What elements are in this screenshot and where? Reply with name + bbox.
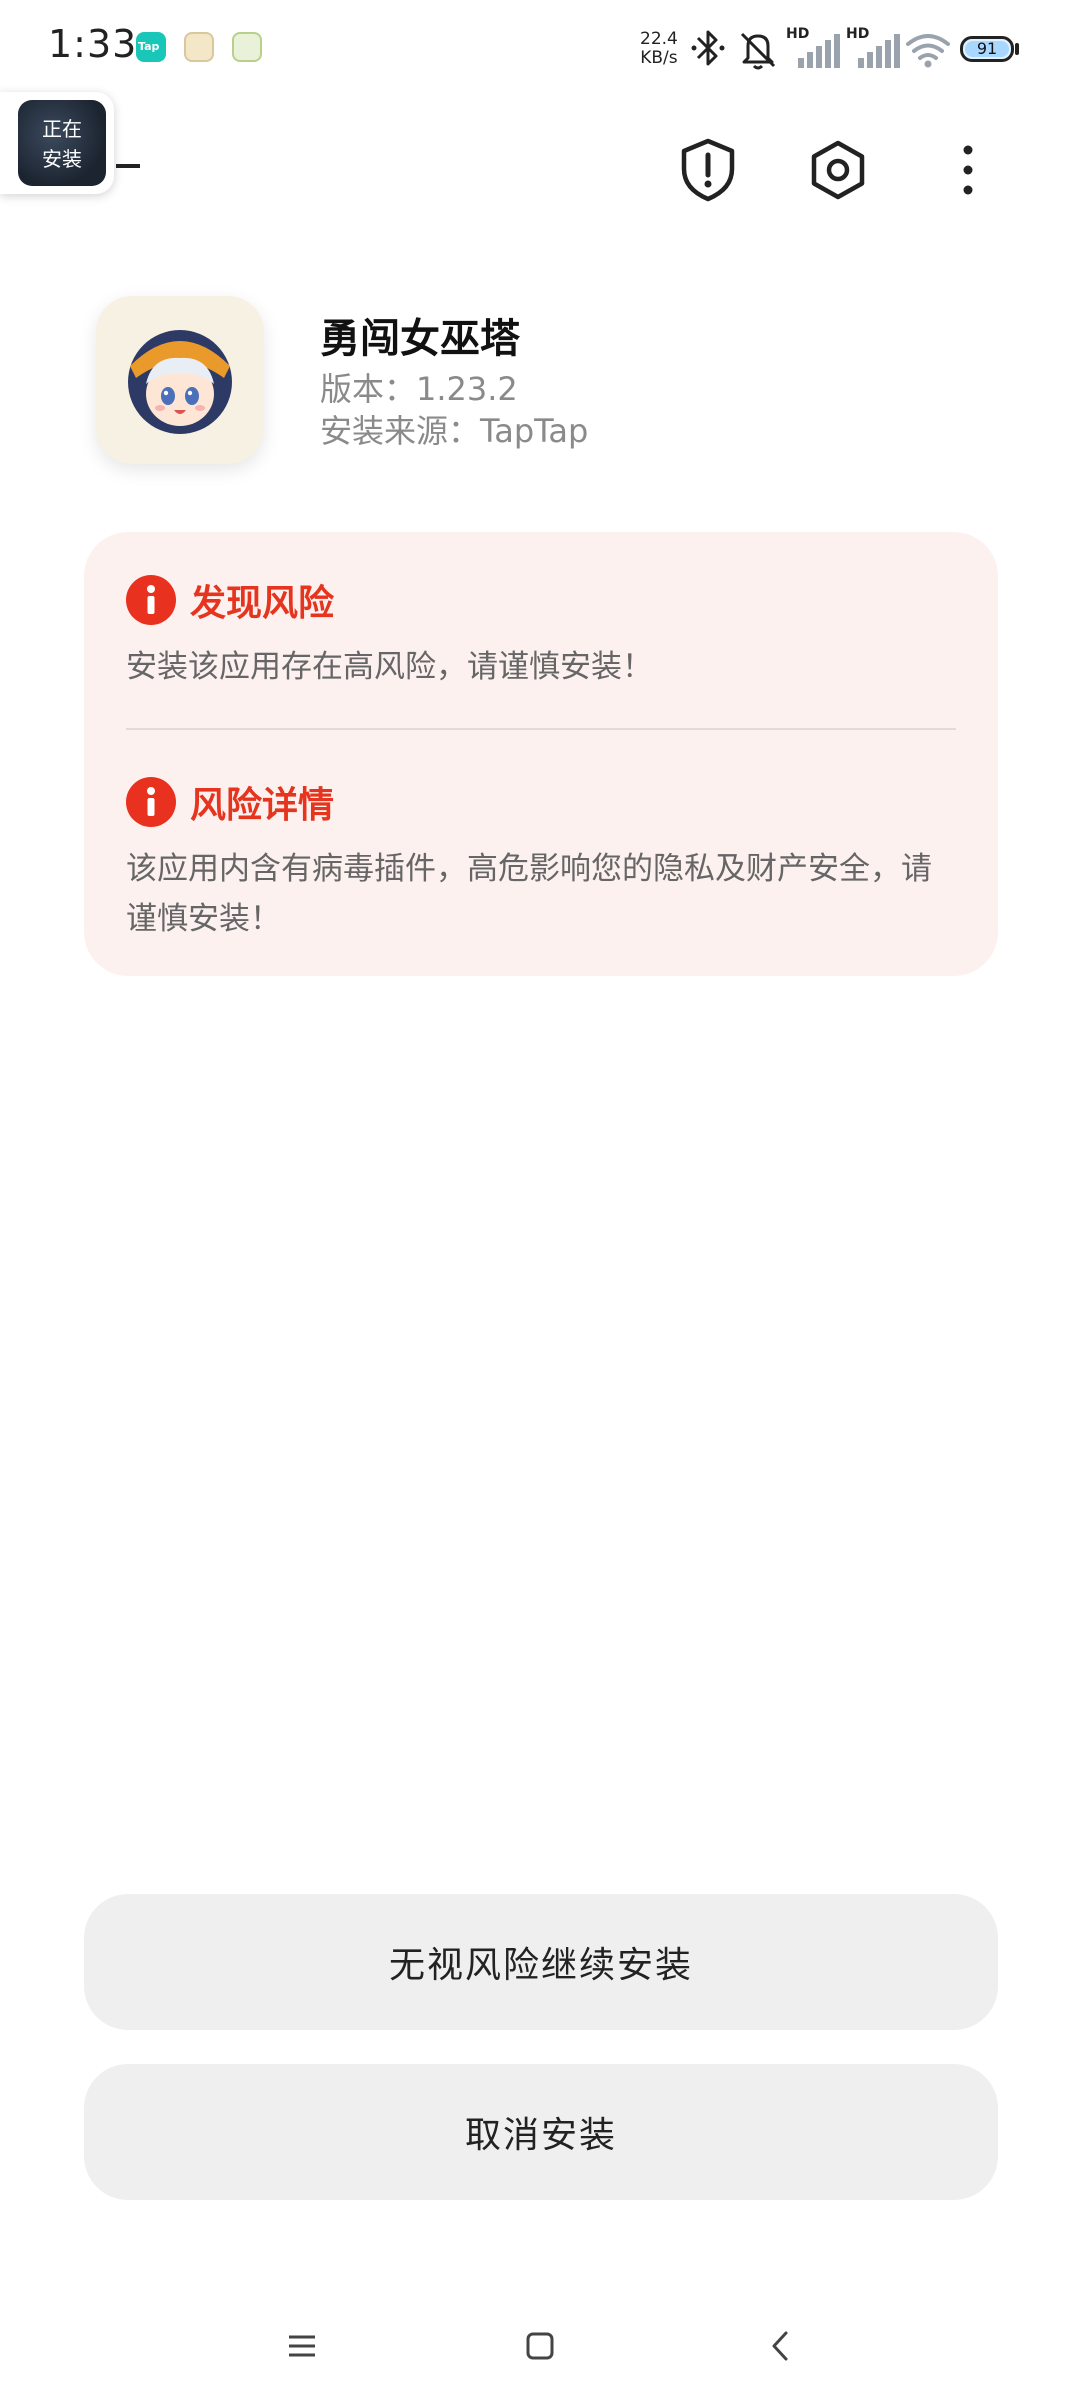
installing-bubble[interactable]: 正在 安装 xyxy=(0,92,114,194)
risk-detail-title: 风险详情 xyxy=(190,785,335,826)
risk-detail-description: 该应用内含有病毒插件，高危影响您的隐私及财产安全，请谨慎安装！ xyxy=(126,851,932,937)
battery-tip xyxy=(1015,43,1019,55)
signal-2-icon: HD xyxy=(846,26,900,70)
battery-icon: 91 xyxy=(960,36,1014,62)
settings-hexagon-icon xyxy=(811,140,865,200)
wifi-icon xyxy=(906,34,950,68)
risk-divider xyxy=(126,728,956,730)
shield-alert-icon xyxy=(681,138,735,202)
security-shield-button[interactable] xyxy=(668,130,748,210)
app-source: 安装来源：TapTap xyxy=(320,412,589,450)
battery-level: 91 xyxy=(976,39,998,58)
network-speed-value: 22.4 xyxy=(640,29,678,49)
risk-card: 发现风险 安装该应用存在高风险，请谨慎安装！ 风险详情 该应用内含有病毒插件，高… xyxy=(84,532,998,976)
network-speed: 22.4 KB/s xyxy=(640,30,678,68)
nav-home-button[interactable] xyxy=(510,2316,570,2376)
more-options-button[interactable] xyxy=(928,130,1008,210)
risk-found-title: 发现风险 xyxy=(190,583,335,624)
ignore-risk-continue-button[interactable]: 无视风险继续安装 xyxy=(84,1894,998,2030)
leaf-icon xyxy=(232,32,262,62)
app-version: 版本：1.23.2 xyxy=(320,370,518,408)
network-speed-unit: KB/s xyxy=(640,48,678,68)
risk-detail-header: 风险详情 xyxy=(126,776,334,828)
risk-detail-info-icon xyxy=(126,777,176,827)
home-icon xyxy=(526,2332,554,2360)
app-avatar-illustration xyxy=(128,330,232,434)
settings-button[interactable] xyxy=(798,130,878,210)
cancel-install-button[interactable]: 取消安装 xyxy=(84,2064,998,2200)
nav-menu-button[interactable] xyxy=(272,2316,332,2376)
nav-back-button[interactable] xyxy=(750,2316,810,2376)
more-vertical-icon xyxy=(963,145,973,195)
game-icon xyxy=(184,32,214,62)
taptap-icon xyxy=(136,32,166,62)
status-bar: 1:33 22.4 KB/s HD HD xyxy=(0,0,1080,100)
risk-found-header: 发现风险 xyxy=(126,574,334,626)
signal-1-icon: HD xyxy=(786,26,840,70)
app-icon xyxy=(96,296,264,464)
mute-bell-icon xyxy=(740,32,776,70)
risk-info-icon xyxy=(126,575,176,625)
bluetooth-icon xyxy=(691,30,725,66)
app-name: 勇闯女巫塔 xyxy=(320,316,520,362)
menu-icon xyxy=(289,2335,315,2357)
back-icon xyxy=(772,2331,788,2361)
bubble-handle xyxy=(116,164,140,168)
risk-found-description: 安装该应用存在高风险，请谨慎安装！ xyxy=(126,649,653,685)
installing-bubble-thumbnail: 正在 安装 xyxy=(18,100,106,186)
installing-bubble-label: 正在 安装 xyxy=(42,117,82,171)
status-time: 1:33 xyxy=(48,22,138,66)
